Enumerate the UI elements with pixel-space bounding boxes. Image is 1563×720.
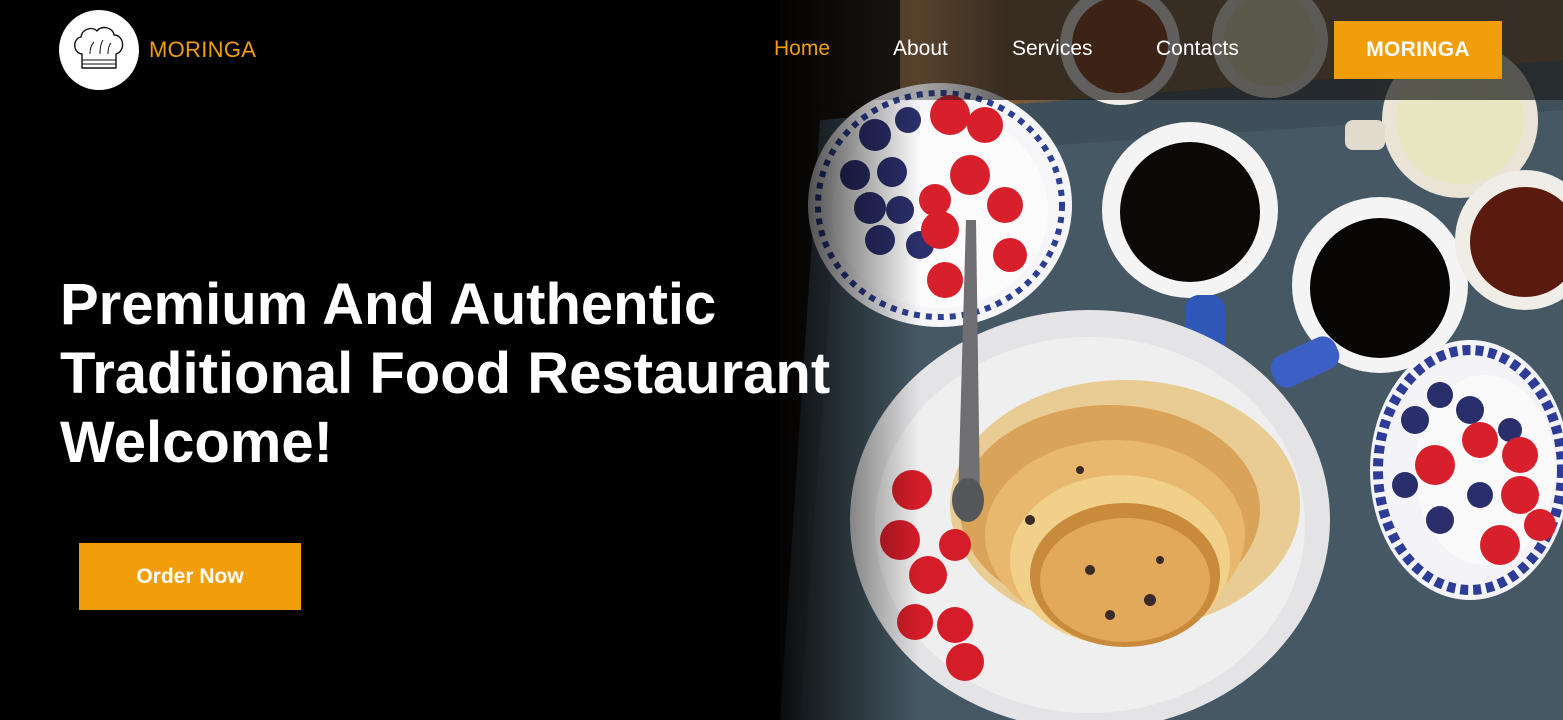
order-now-button[interactable]: Order Now	[79, 543, 301, 610]
hero-title-line-2: Traditional Food Restaurant	[60, 341, 831, 406]
nav-contacts[interactable]: Contacts	[1156, 37, 1239, 61]
header-brand-button[interactable]: MORINGA	[1334, 21, 1502, 79]
logo[interactable]	[59, 10, 139, 90]
hero-title-line-3: Welcome!	[60, 410, 333, 475]
nav-about[interactable]: About	[893, 37, 948, 61]
nav-home[interactable]: Home	[774, 37, 830, 61]
chef-hat-icon	[74, 26, 124, 69]
hero-title: Premium And Authentic Traditional Food R…	[60, 270, 831, 477]
brand-name[interactable]: MORINGA	[149, 37, 256, 63]
hero-food-photo	[780, 0, 1563, 720]
nav-services[interactable]: Services	[1012, 37, 1093, 61]
landing-page: MORINGA Home About Services Contacts MOR…	[0, 0, 1563, 720]
site-header: MORINGA Home About Services Contacts MOR…	[0, 0, 1563, 100]
hero-title-line-1: Premium And Authentic	[60, 272, 717, 337]
